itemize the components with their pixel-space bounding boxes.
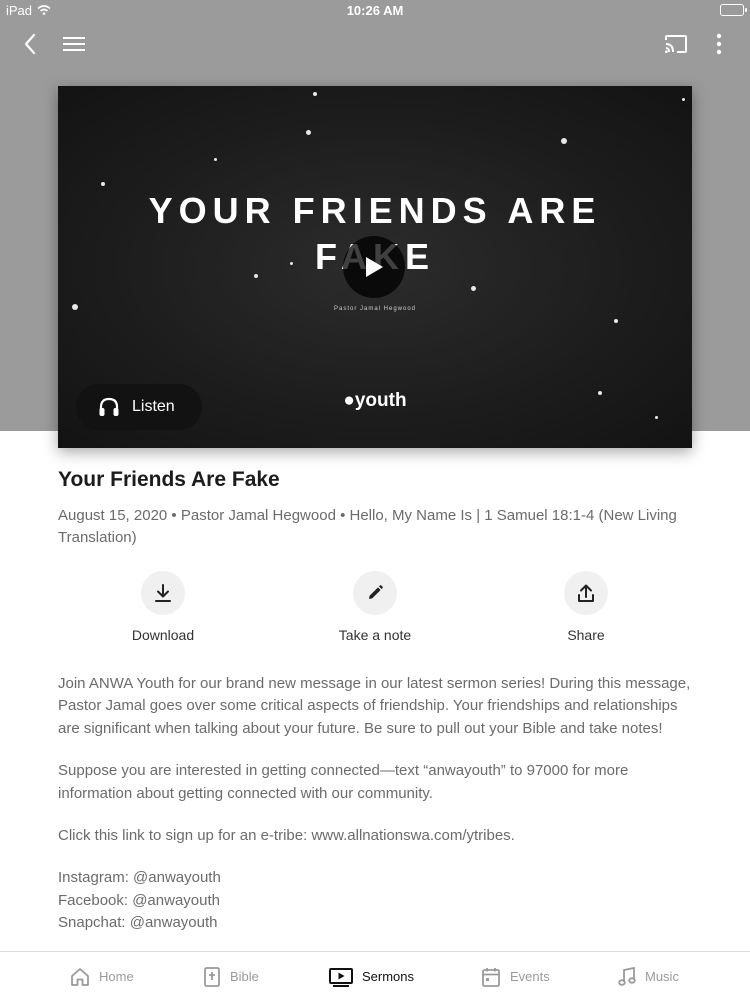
cast-icon	[665, 35, 687, 53]
sparkle	[313, 92, 317, 96]
take-note-label: Take a note	[338, 627, 412, 643]
tab-bible-label: Bible	[230, 969, 259, 984]
bottom-tab-bar: Home Bible Sermons Events Music	[0, 951, 750, 1000]
sparkle	[682, 98, 685, 101]
calendar-icon	[482, 967, 500, 987]
tab-events[interactable]: Events	[481, 952, 550, 1000]
share-label: Share	[567, 627, 605, 643]
listen-label: Listen	[132, 398, 175, 415]
download-button[interactable]: Download	[93, 571, 233, 643]
play-icon	[366, 257, 383, 277]
artwork-speaker: Pastor Jamal Hegwood	[333, 306, 417, 312]
status-bar: iPad 10:26 AM	[0, 0, 750, 22]
more-options-button[interactable]	[699, 24, 739, 64]
tab-sermons[interactable]: Sermons	[329, 952, 414, 1000]
chevron-left-icon	[24, 33, 36, 55]
sermon-title: Your Friends Are Fake	[58, 468, 280, 491]
instagram-handle: Instagram: @anwayouth	[58, 869, 221, 887]
more-vertical-icon	[716, 33, 722, 55]
download-circle	[141, 571, 185, 615]
take-note-button[interactable]: Take a note	[305, 571, 445, 643]
listen-button[interactable]: Listen	[76, 384, 202, 430]
sparkle	[306, 130, 311, 135]
cast-button[interactable]	[656, 24, 696, 64]
artwork-title-line1: YOUR FRIENDS ARE	[148, 190, 602, 231]
back-button[interactable]	[10, 24, 50, 64]
sparkle	[471, 286, 476, 291]
sermon-description: Join ANWA Youth for our brand new messag…	[58, 673, 698, 935]
share-icon	[578, 584, 594, 602]
tab-music-label: Music	[645, 969, 679, 984]
status-time: 10:26 AM	[346, 3, 404, 18]
tab-sermons-label: Sermons	[362, 969, 415, 984]
download-label: Download	[131, 627, 195, 643]
description-paragraph: Click this link to sign up for an e-trib…	[58, 827, 515, 845]
tab-music[interactable]: Music	[618, 952, 679, 1000]
bible-icon	[204, 966, 220, 987]
description-paragraph: Join ANWA Youth for our brand new messag…	[58, 675, 691, 737]
headphones-icon	[99, 397, 119, 416]
hamburger-icon	[63, 37, 85, 51]
menu-button[interactable]	[54, 24, 94, 64]
description-paragraph: Suppose you are interested in getting co…	[58, 762, 629, 802]
pencil-icon	[369, 585, 383, 599]
sparkle	[214, 158, 217, 161]
action-row: Download Take a note Share	[0, 571, 750, 651]
sermon-artwork: YOUR FRIENDS ARE FAKE Pastor Jamal Hegwo…	[58, 86, 692, 448]
tab-home[interactable]: Home	[70, 952, 134, 1000]
nav-bar	[0, 22, 750, 66]
sparkle	[614, 319, 618, 323]
music-icon	[618, 966, 636, 986]
sparkle	[561, 138, 567, 144]
tab-bible[interactable]: Bible	[203, 952, 259, 1000]
share-button[interactable]: Share	[516, 571, 656, 643]
play-button[interactable]	[343, 236, 405, 298]
tab-events-label: Events	[510, 969, 550, 984]
tab-home-label: Home	[99, 969, 134, 984]
sermon-meta: August 15, 2020 • Pastor Jamal Hegwood •…	[58, 507, 677, 546]
sermon-detail-screen: iPad 10:26 AM YOUR FRIENDS ARE Pastor Ja…	[0, 0, 750, 1000]
sparkle	[655, 416, 658, 419]
note-circle	[353, 571, 397, 615]
snapchat-handle: Snapchat: @anwayouth	[58, 914, 218, 932]
facebook-handle: Facebook: @anwayouth	[58, 891, 220, 909]
home-icon	[71, 967, 89, 986]
download-icon	[155, 584, 171, 602]
sermons-video-icon	[329, 967, 353, 987]
sparkle	[101, 182, 105, 186]
battery-icon	[720, 4, 747, 16]
share-circle	[564, 571, 608, 615]
